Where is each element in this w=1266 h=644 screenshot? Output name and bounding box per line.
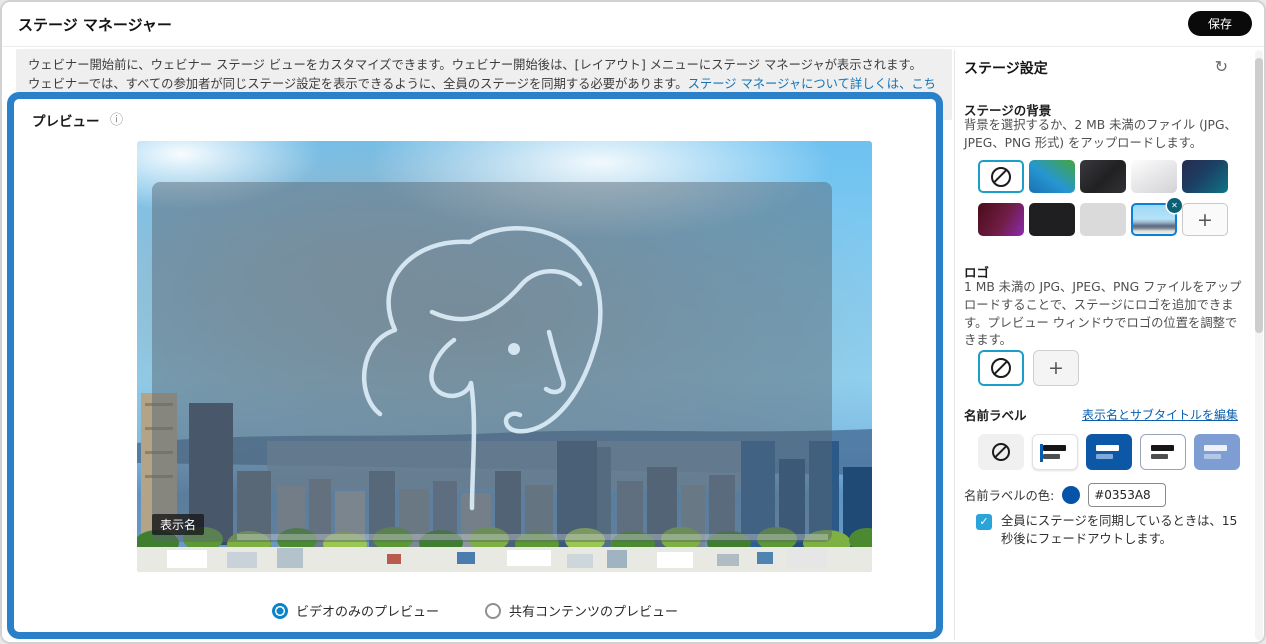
preview-panel: プレビュー ⓘ 表示名 ビデオのみのプレビュー 共有コンテンツのプレビュー: [7, 92, 943, 639]
stage-settings-title: ステージ設定: [964, 61, 1048, 77]
name-label-style-light-plain[interactable]: [1140, 434, 1186, 470]
fade-option-row: ✓ 全員にステージを同期しているときは、15 秒後にフェードアウトします。: [976, 512, 1243, 549]
top-bar: ステージ マネージャー 保存: [2, 2, 1264, 47]
background-option-black[interactable]: [1029, 203, 1075, 236]
prohibited-icon: [991, 166, 1011, 187]
fade-note: 全員にステージを同期しているときは、15 秒後にフェードアウトします。: [1001, 514, 1238, 547]
name-label-style-blue-filled[interactable]: [1086, 434, 1132, 470]
background-option-light-wave[interactable]: [1131, 160, 1177, 193]
preview-title: プレビュー: [32, 114, 100, 130]
logo-description: 1 MB 未満の JPG、JPEG、PNG ファイルをアップロードすることで、ス…: [964, 280, 1242, 348]
name-label-section-title: 名前ラベル: [964, 408, 1027, 423]
sidebar-scrollbar-track: [1255, 50, 1263, 640]
radio-selected-icon[interactable]: [271, 602, 288, 619]
name-label-style-translucent-blue[interactable]: [1194, 434, 1240, 470]
sidebar-separator: [954, 50, 955, 640]
sidebar-scrollbar-thumb[interactable]: [1255, 58, 1263, 333]
save-button[interactable]: 保存: [1187, 11, 1252, 36]
banner-line2: ウェビナーでは、すべての参加者が同じステージ設定を表示できるように、全員のステー…: [28, 77, 688, 92]
background-description: 背景を選択するか、2 MB 未満のファイル (JPG、JPEG、PNG 形式) …: [964, 118, 1237, 150]
name-label-style-none[interactable]: [978, 434, 1024, 470]
fade-checkbox[interactable]: ✓: [976, 514, 992, 530]
remove-background-icon[interactable]: ✕: [1167, 198, 1182, 213]
accent-bar: [1040, 444, 1043, 462]
video-preview-overlay: [152, 182, 832, 542]
stage-settings-sidebar: ステージ設定 ↻ ステージの背景 背景を選択するか、2 MB 未満のファイル (…: [964, 50, 1250, 642]
overlay-bottom-band: [237, 534, 828, 540]
background-option-navy-teal[interactable]: [1182, 160, 1228, 193]
edit-display-name-link[interactable]: 表示名とサブタイトルを編集: [1082, 406, 1238, 423]
background-options-grid: ✕ +: [978, 160, 1228, 236]
background-option-none[interactable]: [978, 160, 1024, 193]
info-icon[interactable]: ⓘ: [110, 109, 123, 128]
radio-shared-content[interactable]: 共有コンテンツのプレビュー: [485, 601, 678, 620]
radio-shared-content-label: 共有コンテンツのプレビュー: [509, 605, 679, 620]
refresh-icon[interactable]: ↻: [1209, 56, 1234, 78]
radio-video-only[interactable]: ビデオのみのプレビュー: [271, 601, 439, 620]
color-value-input[interactable]: [1088, 483, 1167, 507]
preview-mode-radios: ビデオのみのプレビュー 共有コンテンツのプレビュー: [14, 601, 936, 620]
name-label-style-light-accent[interactable]: [1032, 434, 1078, 470]
logo-options: +: [978, 350, 1079, 386]
radio-video-only-label: ビデオのみのプレビュー: [295, 605, 439, 620]
prohibited-icon: [992, 443, 1010, 461]
name-label-color-label: 名前ラベルの色:: [964, 489, 1055, 503]
add-background-button[interactable]: +: [1182, 203, 1228, 236]
avatar-face-illustration: [361, 226, 603, 511]
add-logo-button[interactable]: +: [1033, 350, 1079, 386]
stage-manager-window: ステージ マネージャー 保存 ウェビナー開始前に、ウェビナー ステージ ビューを…: [0, 0, 1266, 644]
color-swatch[interactable]: [1062, 486, 1081, 504]
background-option-light-gray[interactable]: [1080, 203, 1126, 236]
name-label-color-row: 名前ラベルの色:: [964, 483, 1167, 507]
background-option-custom-city[interactable]: ✕: [1131, 198, 1182, 236]
stage-background-image: 表示名: [137, 141, 872, 572]
background-option-blue-green[interactable]: [1029, 160, 1075, 193]
logo-option-none[interactable]: [978, 350, 1024, 386]
radio-unselected-icon[interactable]: [485, 602, 501, 619]
name-label-style-options: [978, 434, 1240, 470]
page-title: ステージ マネージャー: [18, 16, 172, 34]
banner-line1: ウェビナー開始前に、ウェビナー ステージ ビューをカスタマイズできます。ウェビナ…: [28, 58, 922, 72]
background-option-dark-wave[interactable]: [1080, 160, 1126, 193]
prohibited-icon: [991, 358, 1011, 378]
display-name-chip[interactable]: 表示名: [152, 514, 205, 535]
background-option-crimson-purple[interactable]: [978, 203, 1024, 236]
